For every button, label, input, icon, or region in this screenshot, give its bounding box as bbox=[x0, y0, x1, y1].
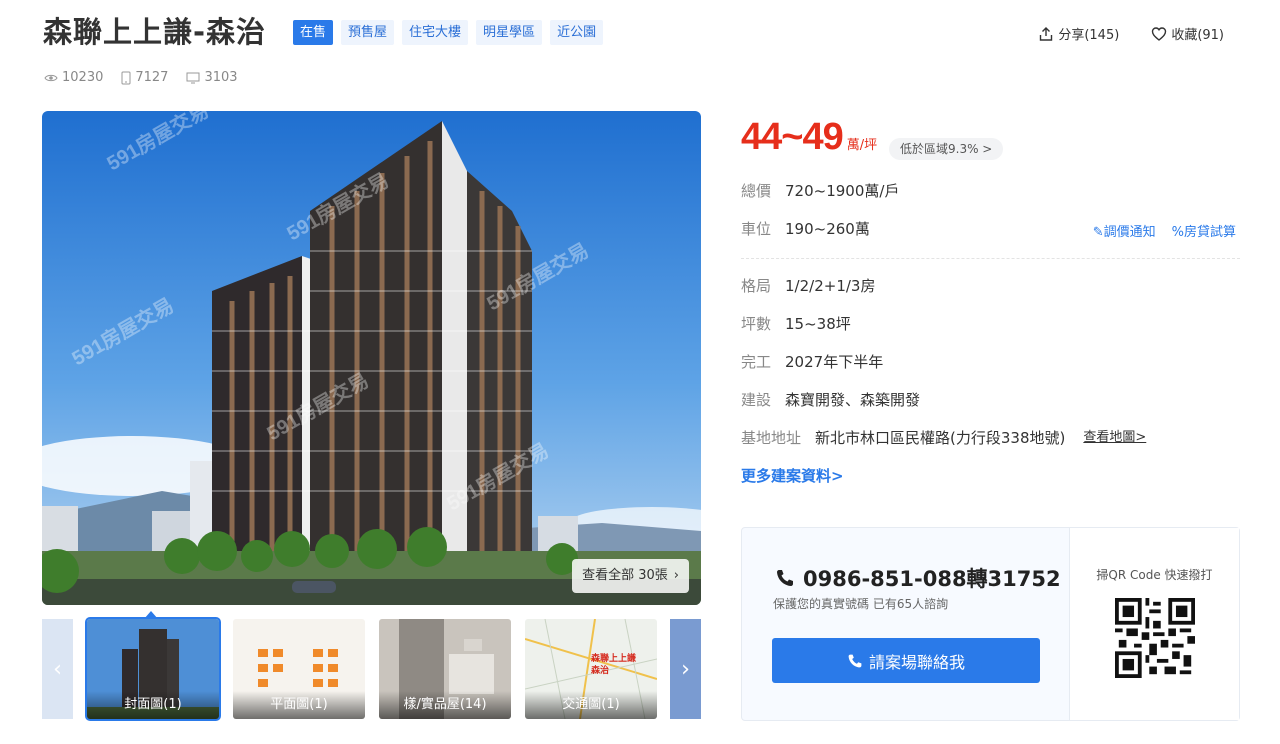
percent-icon: % bbox=[1171, 225, 1184, 240]
info-label: 完工 bbox=[741, 353, 772, 371]
edit-icon: ✎ bbox=[1092, 225, 1104, 240]
info-label: 車位 bbox=[741, 220, 772, 238]
heart-icon bbox=[1152, 26, 1167, 41]
info-label: 格局 bbox=[741, 277, 772, 295]
thumbs-prev-button[interactable]: ‹ bbox=[42, 619, 73, 719]
unit-price-unit: 萬/坪 bbox=[846, 138, 878, 153]
price-compare-badge[interactable]: 低於區域9.3% > bbox=[889, 138, 1004, 160]
share-label: 分享(145) bbox=[1058, 28, 1120, 43]
mobile-count: 7127 bbox=[135, 70, 169, 85]
thumbs-next-button[interactable]: › bbox=[670, 619, 701, 719]
thumb-floorplan[interactable]: 平面圖(1) bbox=[233, 619, 365, 719]
thumb-showroom-label: 樣/實品屋(14) bbox=[379, 691, 511, 719]
qr-code-icon bbox=[1115, 598, 1195, 678]
price-alert-label: 調價通知 bbox=[1103, 225, 1156, 240]
info-divider bbox=[741, 258, 1240, 259]
active-thumb-pointer bbox=[144, 611, 158, 619]
tag-status: 在售 bbox=[293, 20, 334, 45]
tag-park: 近公園 bbox=[550, 20, 604, 45]
info-value: 720~1900萬/戶 bbox=[785, 182, 900, 200]
tag-building: 住宅大樓 bbox=[402, 20, 469, 45]
more-info-link[interactable]: 更多建案資料> bbox=[741, 465, 844, 486]
info-value: 2027年下半年 bbox=[785, 353, 884, 371]
mortgage-label: 房貸試算 bbox=[1183, 225, 1236, 240]
info-value: 新北市林口區民權路(力行段338地號) bbox=[815, 429, 1066, 447]
tag-list: 在售 預售屋 住宅大樓 明星學區 近公園 bbox=[293, 20, 604, 45]
share-button[interactable]: 分享(145) bbox=[1038, 24, 1119, 43]
qr-panel: 掃QR Code 快速撥打 bbox=[1069, 528, 1239, 720]
tag-presale: 預售屋 bbox=[341, 20, 395, 45]
chevron-right-icon: › bbox=[673, 568, 679, 583]
thumb-cover-label: 封面圖(1) bbox=[87, 691, 219, 719]
building-rendering: 591房屋交易 591房屋交易 591房屋交易 591房屋交易 591房屋交易 … bbox=[42, 111, 701, 605]
favorite-label: 收藏(91) bbox=[1171, 28, 1224, 43]
desktop-count: 3103 bbox=[204, 70, 238, 85]
info-layout: 格局 1/2/2+1/3房 bbox=[741, 276, 875, 296]
views-count: 10230 bbox=[62, 70, 104, 85]
thumb-traffic-label: 交通圖(1) bbox=[525, 691, 657, 719]
map-label-1: 森聯上上謙 bbox=[591, 652, 636, 664]
info-label: 坪數 bbox=[741, 315, 772, 333]
info-total-price: 總價 720~1900萬/戶 bbox=[741, 181, 899, 201]
contact-card: 0986-851-088轉31752 保護您的真實號碼 已有65人諮詢 請案場聯… bbox=[741, 527, 1240, 721]
page-title: 森聯上上謙-森治 bbox=[43, 15, 267, 49]
contact-me-button[interactable]: 請案場聯絡我 bbox=[772, 638, 1040, 683]
phone-number-text: 0986-851-088轉31752 bbox=[803, 567, 1061, 591]
tag-school: 明星學區 bbox=[476, 20, 543, 45]
phone-number[interactable]: 0986-851-088轉31752 bbox=[775, 563, 1061, 593]
monitor-icon bbox=[186, 72, 200, 83]
view-all-photos-button[interactable]: 查看全部 30張 › bbox=[572, 559, 689, 593]
map-label-2: 森治 bbox=[591, 664, 609, 676]
share-icon bbox=[1040, 26, 1053, 41]
info-value: 森寶開發、森築開發 bbox=[785, 391, 921, 409]
thumb-showroom[interactable]: 樣/實品屋(14) bbox=[379, 619, 511, 719]
mobile-stat: 7127 bbox=[121, 70, 168, 85]
phone-note: 保護您的真實號碼 已有65人諮詢 bbox=[773, 597, 949, 611]
view-all-label: 查看全部 30張 bbox=[582, 568, 668, 583]
action-bar: 分享(145) 收藏(91) bbox=[1038, 24, 1224, 43]
info-label: 建設 bbox=[741, 391, 772, 409]
thumb-cover[interactable]: 封面圖(1) bbox=[85, 617, 221, 721]
contact-main: 0986-851-088轉31752 保護您的真實號碼 已有65人諮詢 請案場聯… bbox=[742, 528, 1069, 720]
info-value: 1/2/2+1/3房 bbox=[785, 277, 876, 295]
info-label: 總價 bbox=[741, 182, 772, 200]
info-label: 基地地址 bbox=[741, 429, 802, 447]
main-photo[interactable]: 591房屋交易 591房屋交易 591房屋交易 591房屋交易 591房屋交易 … bbox=[42, 111, 701, 605]
chevron-right-icon: › bbox=[681, 656, 690, 682]
contact-me-label: 請案場聯絡我 bbox=[868, 652, 965, 672]
tool-links: ✎調價通知 %房貸試算 bbox=[1093, 221, 1236, 240]
price-block: 44~49 萬/坪 bbox=[741, 116, 877, 159]
info-parking: 車位 190~260萬 bbox=[741, 219, 870, 239]
desktop-stat: 3103 bbox=[186, 70, 238, 85]
info-area: 坪數 15~38坪 bbox=[741, 314, 851, 334]
qr-label: 掃QR Code 快速撥打 bbox=[1096, 568, 1213, 582]
info-value: 15~38坪 bbox=[785, 315, 851, 333]
phone-icon bbox=[848, 654, 862, 667]
unit-price: 44~49 bbox=[741, 116, 844, 158]
thumbnail-strip: ‹ 封面圖(1) 平面圖(1) 樣/實品屋(14) 森聯上上謙 森治 交通圖(1… bbox=[42, 617, 701, 721]
phone-icon bbox=[777, 570, 793, 586]
eye-icon bbox=[44, 74, 58, 81]
views-stat: 10230 bbox=[44, 70, 103, 85]
mobile-icon bbox=[121, 71, 131, 84]
favorite-button[interactable]: 收藏(91) bbox=[1151, 24, 1224, 43]
chevron-left-icon: ‹ bbox=[53, 656, 62, 682]
mortgage-link[interactable]: %房貸試算 bbox=[1172, 221, 1236, 240]
view-map-link[interactable]: 查看地圖> bbox=[1083, 428, 1146, 448]
stats-bar: 10230 7127 3103 bbox=[44, 70, 238, 85]
info-address: 基地地址 新北市林口區民權路(力行段338地號) 查看地圖> bbox=[741, 428, 1146, 448]
info-developer: 建設 森寶開發、森築開發 bbox=[741, 390, 920, 410]
info-value: 190~260萬 bbox=[785, 220, 870, 238]
info-completion: 完工 2027年下半年 bbox=[741, 352, 883, 372]
price-alert-link[interactable]: ✎調價通知 bbox=[1093, 221, 1156, 240]
thumb-floorplan-label: 平面圖(1) bbox=[233, 691, 365, 719]
thumb-traffic[interactable]: 森聯上上謙 森治 交通圖(1) bbox=[525, 619, 657, 719]
